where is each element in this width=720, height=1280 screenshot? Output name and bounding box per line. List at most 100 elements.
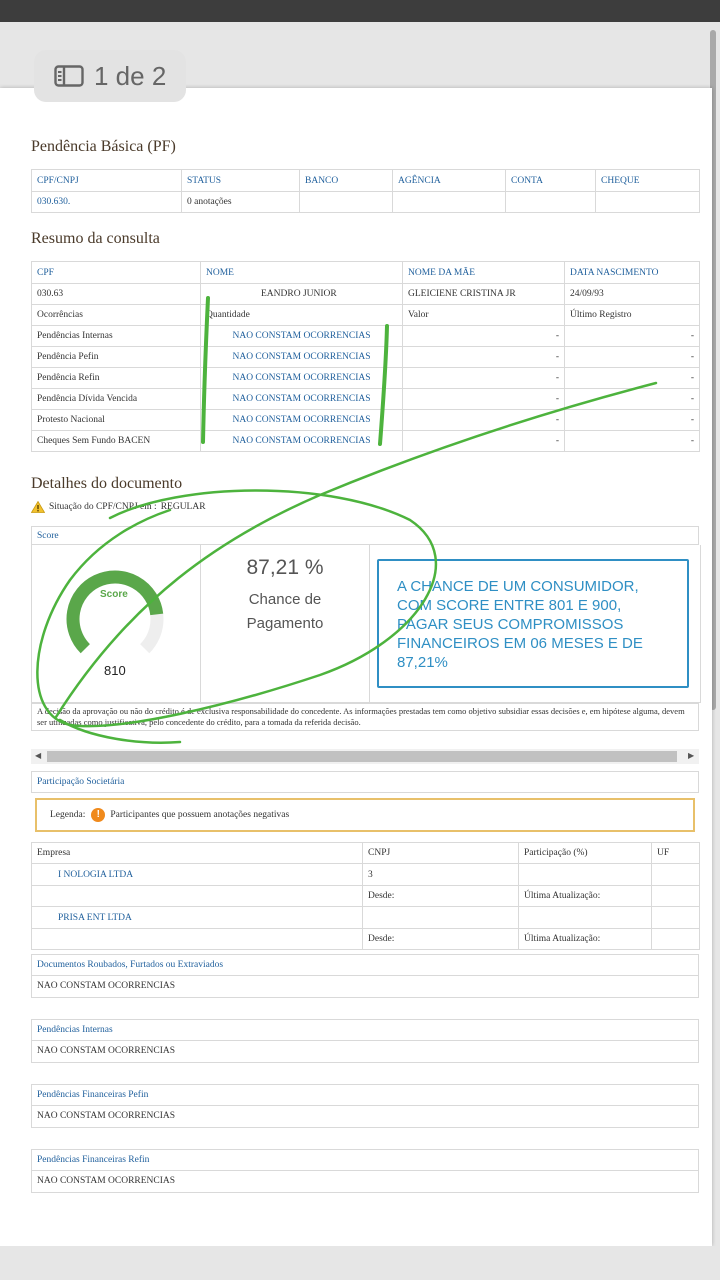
table-row: I NOLOGIA LTDA 3	[31, 863, 700, 886]
col-participacao: Participação (%)	[518, 842, 652, 864]
panel-refin-title[interactable]: Pendências Financeiras Refin	[31, 1149, 699, 1171]
occurrence-qty-link[interactable]: NAO CONSTAM OCORRENCIAS	[200, 325, 403, 347]
company-name-link[interactable]: PRISA ENT LTDA	[31, 906, 363, 929]
alert-icon: !	[91, 808, 106, 822]
occurrence-valor: -	[402, 346, 565, 368]
banco-value	[299, 191, 393, 213]
occurrence-valor: -	[402, 430, 565, 452]
table-row: Pendência Pefin NAO CONSTAM OCORRENCIAS …	[31, 346, 700, 368]
horizontal-scrollbar[interactable]: ◀ ▶	[31, 749, 699, 764]
warning-icon	[31, 501, 45, 513]
panel-pendencias-internas-body: NAO CONSTAM OCORRENCIAS	[31, 1041, 699, 1063]
person-cpf: 030.63	[31, 283, 201, 305]
sub-ocorrencias: Ocorrências	[31, 304, 201, 326]
payment-chance-caption: Chance de Pagamento	[246, 591, 324, 632]
occurrence-label: Cheques Sem Fundo BACEN	[31, 430, 201, 452]
score-gauge-label: Score	[100, 589, 128, 600]
col-empresa: Empresa	[31, 842, 363, 864]
col-banco: BANCO	[299, 169, 393, 192]
occurrence-ultimo: -	[564, 367, 700, 389]
col-conta: CONTA	[505, 169, 596, 192]
cpf-cnpj-value[interactable]: 030.630.	[31, 191, 182, 213]
gauge-fill	[66, 570, 164, 654]
sub-ultimo-registro: Último Registro	[564, 304, 700, 326]
company-cnpj: 3	[362, 863, 519, 886]
participacao-title[interactable]: Participação Societária	[31, 771, 699, 793]
panel-pendencias-internas-title[interactable]: Pendências Internas	[31, 1019, 699, 1041]
col-uf: UF	[651, 842, 700, 864]
col-data-nascimento: DATA NASCIMENTO	[564, 261, 700, 284]
resumo-table: CPF NOME NOME DA MÃE DATA NASCIMENTO 030…	[31, 261, 700, 452]
table-row: Cheques Sem Fundo BACEN NAO CONSTAM OCOR…	[31, 430, 700, 452]
occurrence-valor: -	[402, 325, 565, 347]
col-nome-mae: NOME DA MÃE	[402, 261, 565, 284]
col-agencia: AGÊNCIA	[392, 169, 506, 192]
payment-chance-pct: 87,21 %	[246, 556, 324, 579]
table-row: Pendências Internas NAO CONSTAM OCORRENC…	[31, 325, 700, 347]
sub-quantidade: Quantidade	[200, 304, 403, 326]
situacao-label: Situação do CPF/CNPJ em :	[49, 502, 157, 512]
occurrence-ultimo: -	[564, 346, 700, 368]
company-desde: Desde:	[362, 885, 519, 907]
occurrence-qty-link[interactable]: NAO CONSTAM OCORRENCIAS	[200, 409, 403, 431]
occurrence-valor: -	[402, 367, 565, 389]
status-value: 0 anotações	[181, 191, 300, 213]
score-value: 810	[104, 663, 126, 678]
sidebar-panel-icon	[54, 65, 84, 87]
sub-valor: Valor	[402, 304, 565, 326]
conta-value	[505, 191, 596, 213]
resumo-title: Resumo da consulta	[31, 230, 160, 247]
table-row: Desde: Última Atualização:	[31, 928, 700, 950]
table-row: PRISA ENT LTDA	[31, 906, 700, 929]
occurrence-qty-link[interactable]: NAO CONSTAM OCORRENCIAS	[200, 367, 403, 389]
situacao-value: REGULAR	[160, 502, 206, 512]
page-indicator[interactable]: 1 de 2	[34, 50, 186, 102]
score-gauge	[66, 570, 164, 654]
situacao-line: Situação do CPF/CNPJ em : REGULAR	[31, 501, 206, 513]
occurrence-label: Pendência Dívida Vencida	[31, 388, 201, 410]
occurrence-label: Pendência Refin	[31, 367, 201, 389]
col-cpf: CPF	[31, 261, 201, 284]
company-ultima-atualizacao: Última Atualização:	[518, 885, 652, 907]
bottom-bar	[0, 1246, 720, 1280]
occurrence-ultimo: -	[564, 409, 700, 431]
table-row: Pendência Dívida Vencida NAO CONSTAM OCO…	[31, 388, 700, 410]
company-name-link[interactable]: I NOLOGIA LTDA	[31, 863, 363, 886]
panel-documentos-roubados-title[interactable]: Documentos Roubados, Furtados ou Extravi…	[31, 954, 699, 976]
table-row: Pendência Refin NAO CONSTAM OCORRENCIAS …	[31, 367, 700, 389]
occurrence-ultimo: -	[564, 430, 700, 452]
page-indicator-label: 1 de 2	[94, 60, 167, 91]
occurrence-qty-link[interactable]: NAO CONSTAM OCORRENCIAS	[200, 388, 403, 410]
cheque-value	[595, 191, 700, 213]
col-status: STATUS	[181, 169, 300, 192]
occurrence-valor: -	[402, 409, 565, 431]
pendencia-basica-title: Pendência Básica (PF)	[31, 138, 176, 155]
agencia-value	[392, 191, 506, 213]
panel-pefin-title[interactable]: Pendências Financeiras Pefin	[31, 1084, 699, 1106]
col-cpf-cnpj: CPF/CNPJ	[31, 169, 182, 192]
occurrence-qty-link[interactable]: NAO CONSTAM OCORRENCIAS	[200, 346, 403, 368]
person-nome: EANDRO JUNIOR	[200, 283, 403, 305]
occurrence-qty-link[interactable]: NAO CONSTAM OCORRENCIAS	[200, 430, 403, 452]
panel-pefin-body: NAO CONSTAM OCORRENCIAS	[31, 1106, 699, 1128]
panel-documentos-roubados-body: NAO CONSTAM OCORRENCIAS	[31, 976, 699, 998]
col-cheque: CHEQUE	[595, 169, 700, 192]
score-tab[interactable]: Score	[31, 526, 699, 545]
legend-box: Legenda: ! Participantes que possuem ano…	[35, 798, 695, 832]
scroll-left-icon[interactable]: ◀	[35, 751, 41, 760]
participacao-table: Empresa CNPJ Participação (%) UF I NOLOG…	[31, 842, 700, 950]
payment-chance: 87,21 % Chance de Pagamento	[200, 556, 370, 636]
top-status-bar	[0, 0, 720, 22]
person-nome-mae: GLEICIENE CRISTINA JR	[402, 283, 565, 305]
occurrence-ultimo: -	[564, 388, 700, 410]
scroll-right-icon[interactable]: ▶	[688, 751, 694, 760]
person-data-nascimento: 24/09/93	[564, 283, 700, 305]
table-row: Protesto Nacional NAO CONSTAM OCORRENCIA…	[31, 409, 700, 431]
occurrence-ultimo: -	[564, 325, 700, 347]
table-row: Desde: Última Atualização:	[31, 885, 700, 907]
company-desde: Desde:	[362, 928, 519, 950]
occurrence-label: Pendências Internas	[31, 325, 201, 347]
score-explanation-note: A CHANCE DE UM CONSUMIDOR, COM SCORE ENT…	[377, 559, 689, 688]
legend-label: Legenda:	[50, 810, 86, 820]
scrollbar-thumb[interactable]	[47, 751, 677, 762]
